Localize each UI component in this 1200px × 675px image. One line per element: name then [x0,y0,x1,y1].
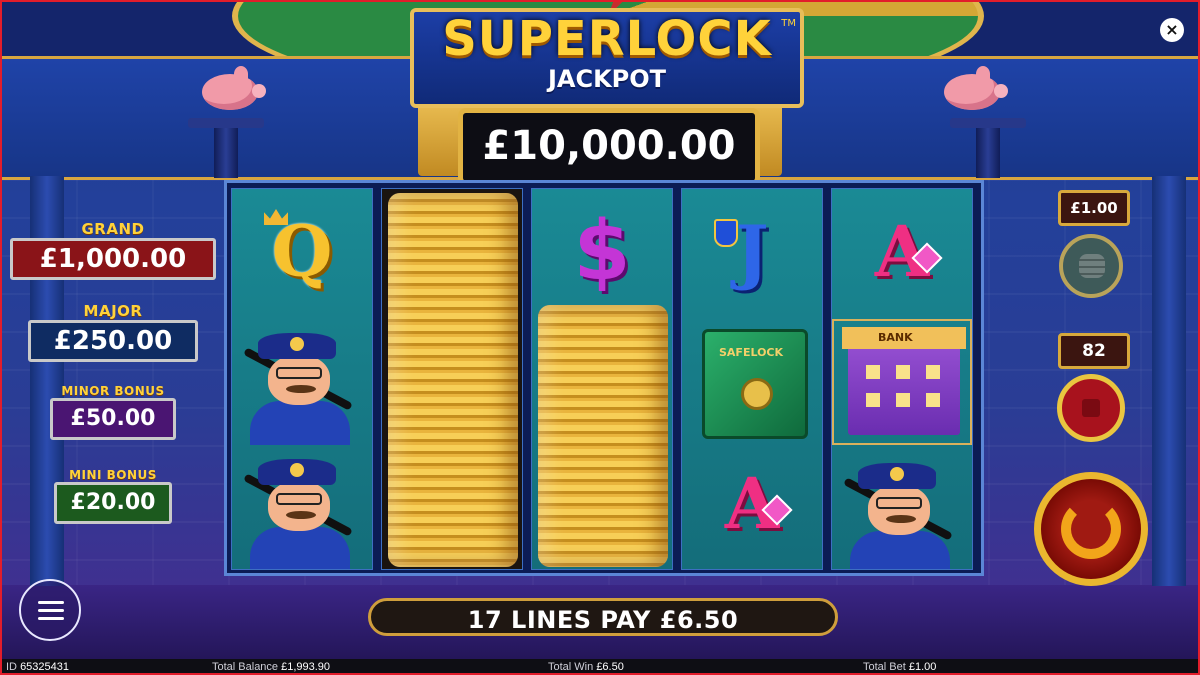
stake-button[interactable] [1059,234,1123,298]
hamburger-icon [38,601,64,604]
autoplay-count: 82 [1058,333,1130,369]
trademark-mark: TM [781,18,796,29]
symbol-jack: J [682,189,822,315]
status-bar: ID 65325431 Total Balance £1,993.90 Tota… [0,659,1200,675]
shield-icon [714,219,738,247]
symbol-queen: Q [232,189,372,315]
spin-arrow-icon [1061,499,1121,559]
bank-label: BANK [878,331,913,344]
symbol-coin-stack [538,305,668,567]
total-win: Total Win £6.50 [548,661,624,673]
total-balance: Total Balance £1,993.90 [212,661,331,673]
stop-autoplay-button[interactable] [1057,374,1125,442]
stop-icon [1082,399,1100,417]
menu-button[interactable] [19,579,81,641]
jackpot-value: £20.00 [54,482,172,524]
safe-icon: SAFELOCK [702,329,808,439]
piggy-bank-icon [196,66,266,112]
bank-icon: BANK [842,327,966,435]
session-id: ID 65325431 [6,661,70,673]
coin-stack-icon [1079,254,1105,278]
symbol-coin-stack [388,193,518,567]
jackpot-value: £1,000.00 [10,238,216,280]
total-bet: Total Bet £1.00 [863,661,937,673]
main-jackpot-value: £10,000.00 [458,108,760,186]
jackpot-mini-bonus: MINI BONUS £20.00 [54,468,172,524]
jackpot-label: GRAND [81,220,145,238]
reel-grid: Q $ J SAFELOCK A A BANK [224,180,984,576]
pedestal-right [950,118,1026,178]
symbol-dollar: $ [573,204,631,299]
spin-button[interactable] [1034,472,1148,586]
symbol-safe: SAFELOCK [682,315,822,441]
jackpot-grand: GRAND £1,000.00 [10,220,216,280]
symbol-policeman [232,315,372,445]
symbol-policeman [832,445,972,569]
jackpot-minor-bonus: MINOR BONUS £50.00 [50,384,176,440]
close-button[interactable]: × [1160,18,1184,42]
jackpot-value: £250.00 [28,320,198,362]
jackpot-label: MINI BONUS [69,468,157,482]
jackpot-value: £50.00 [50,398,176,440]
reel-3: $ [531,188,673,570]
symbol-bank: BANK [832,319,972,445]
game-logo: SUPERLOCK JACKPOT TM [410,8,804,108]
logo-title: SUPERLOCK [442,11,772,67]
symbol-policeman [232,441,372,569]
dial-icon [741,378,773,410]
reel-4: J SAFELOCK A [681,188,823,570]
piggy-bank-icon [938,66,1008,112]
logo-subtitle: JACKPOT [547,65,667,93]
reel-2 [381,188,523,570]
safe-label: SAFELOCK [719,346,784,359]
win-message: 17 LINES PAY £6.50 [368,598,838,636]
jackpot-major: MAJOR £250.00 [28,302,198,362]
reel-5: A BANK [831,188,973,570]
pedestal-left [188,118,264,178]
jackpot-label: MINOR BONUS [61,384,165,398]
symbol-ace: A [832,189,972,315]
pillar-right [1152,176,1186,586]
jackpot-label: MAJOR [83,302,143,320]
symbol-ace: A [682,441,822,567]
stake-value: £1.00 [1058,190,1130,226]
reel-1: Q [231,188,373,570]
